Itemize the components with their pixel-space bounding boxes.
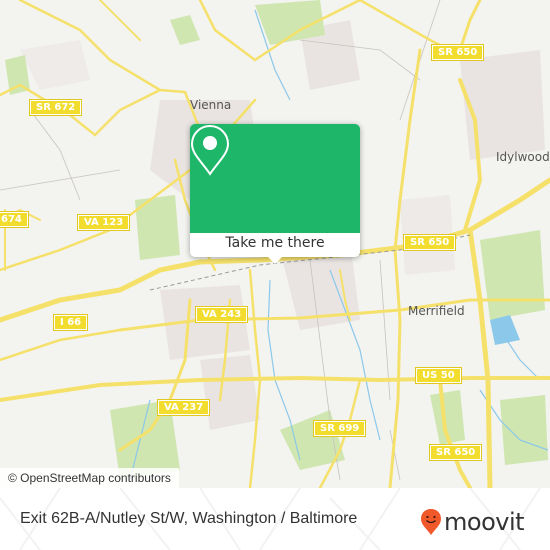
popup-header — [190, 124, 360, 233]
popup-pointer — [267, 256, 283, 264]
route-shield-674: 674 — [0, 211, 29, 228]
moovit-logo[interactable]: moovit — [420, 508, 525, 536]
footer: Exit 62B-A/Nutley St/W, Washington / Bal… — [0, 488, 550, 550]
route-shield-sr650-3: SR 650 — [428, 444, 483, 461]
location-popup: Take me there — [190, 124, 360, 264]
map-attribution[interactable]: © OpenStreetMap contributors — [0, 468, 179, 488]
place-label-vienna: Vienna — [190, 98, 232, 112]
take-me-there-button[interactable]: Take me there — [190, 233, 360, 257]
route-shield-sr650-2: SR 650 — [402, 234, 457, 251]
place-label-idylwood: Idylwood — [496, 150, 550, 164]
stop-title: Exit 62B-A/Nutley St/W, Washington / Bal… — [20, 510, 358, 527]
moovit-smile-pin-icon — [421, 509, 441, 535]
map[interactable]: Vienna Idylwood Merrifield SR 650 SR 672… — [0, 0, 550, 488]
route-shield-sr699: SR 699 — [312, 420, 367, 437]
route-shield-i66: I 66 — [52, 314, 89, 331]
route-shield-va237: VA 237 — [156, 399, 211, 416]
route-shield-sr650: SR 650 — [430, 44, 485, 61]
brand-name: moovit — [444, 508, 525, 536]
route-shield-us50: US 50 — [415, 367, 462, 384]
map-pin-icon — [190, 124, 230, 176]
route-shield-va123: VA 123 — [76, 214, 131, 231]
route-shield-va243: VA 243 — [194, 306, 249, 323]
place-label-merrifield: Merrifield — [408, 304, 465, 318]
route-shield-sr672: SR 672 — [28, 99, 83, 116]
